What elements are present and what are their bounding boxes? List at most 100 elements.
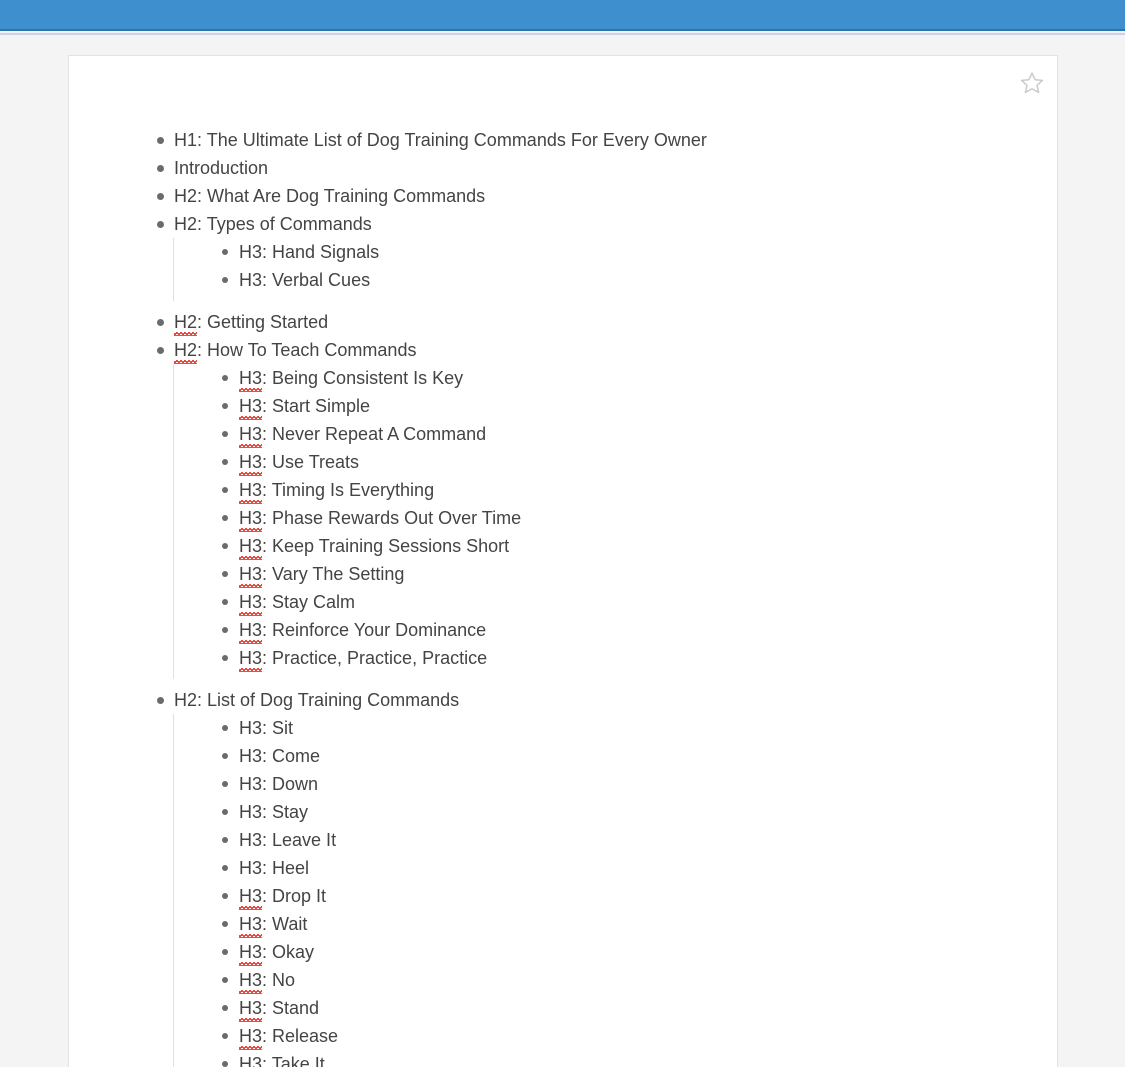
bullet-icon [222, 515, 228, 521]
heading-tag: H3 [239, 998, 262, 1022]
heading-tag: H3 [239, 564, 262, 588]
outline-item-label: H3: Sit [239, 718, 293, 738]
heading-tag: H3 [239, 592, 262, 616]
outline-item[interactable]: H3: Sit [222, 714, 1058, 742]
outline-item[interactable]: H3: Come [222, 742, 1058, 770]
outline-item[interactable]: H3: Wait [222, 910, 1058, 938]
outline-item[interactable]: H3: Being Consistent Is Key [222, 364, 1058, 392]
bullet-icon [222, 809, 228, 815]
outline-item[interactable]: H3: Reinforce Your Dominance [222, 616, 1058, 644]
outline-item[interactable]: H3: Take It [222, 1050, 1058, 1067]
bullet-icon [222, 837, 228, 843]
bullet-icon [222, 865, 228, 871]
outline-item-label: Introduction [174, 158, 268, 178]
bullet-icon [222, 543, 228, 549]
outline-item[interactable]: H3: Hand Signals [222, 238, 1058, 266]
outline-item[interactable]: H3: Okay [222, 938, 1058, 966]
outline-item-label: H3: Drop It [239, 886, 326, 910]
outline-item-label: H3: No [239, 970, 295, 994]
bullet-icon [157, 319, 164, 326]
outline-list-level-1: H1: The Ultimate List of Dog Training Co… [69, 126, 1058, 1067]
outline-item[interactable]: H2: Types of CommandsH3: Hand SignalsH3:… [157, 210, 1058, 301]
bullet-icon [157, 697, 164, 704]
outline-item-label: H3: Use Treats [239, 452, 359, 476]
outline-item-label: H3: Stay [239, 802, 308, 822]
bullet-icon [222, 375, 228, 381]
outline-item-label: H1: The Ultimate List of Dog Training Co… [174, 130, 707, 150]
outline-item[interactable]: Introduction [157, 154, 1058, 182]
bullet-icon [222, 655, 228, 661]
bullet-icon [157, 193, 164, 200]
outline-item-label: H2: What Are Dog Training Commands [174, 186, 485, 206]
outline-item-label: H2: Types of Commands [174, 214, 372, 234]
outline-item[interactable]: H3: Stand [222, 994, 1058, 1022]
outline-item[interactable]: H3: Use Treats [222, 448, 1058, 476]
heading-tag: H3 [239, 1026, 262, 1050]
heading-tag: H3 [239, 746, 262, 766]
bullet-icon [157, 347, 164, 354]
outline-item-label: H3: Timing Is Everything [239, 480, 434, 504]
outline-item[interactable]: H3: Phase Rewards Out Over Time [222, 504, 1058, 532]
heading-tag: H3 [239, 718, 262, 738]
heading-tag: H3 [239, 242, 262, 262]
heading-tag: H2 [174, 690, 197, 710]
outline-item[interactable]: H2: What Are Dog Training Commands [157, 182, 1058, 210]
document-card: H1: The Ultimate List of Dog Training Co… [68, 55, 1058, 1067]
outline-item[interactable]: H3: Vary The Setting [222, 560, 1058, 588]
outline-item[interactable]: H3: Stay [222, 798, 1058, 826]
bullet-icon [222, 1033, 228, 1039]
outline-list-level-2: H3: Hand Signals H3: Verbal Cues [173, 238, 1058, 301]
outline-item[interactable]: H3: Heel [222, 854, 1058, 882]
outline-item-label: H3: Start Simple [239, 396, 370, 420]
outline-item-label: H3: Never Repeat A Command [239, 424, 486, 448]
heading-tag: H3 [239, 480, 262, 504]
outline-item-label: H3: Wait [239, 914, 307, 938]
outline-item-label: H3: Being Consistent Is Key [239, 368, 463, 392]
outline-item[interactable]: H3: Never Repeat A Command [222, 420, 1058, 448]
outline-item-label: H3: Keep Training Sessions Short [239, 536, 509, 560]
heading-tag: H3 [239, 830, 262, 850]
outline-item[interactable]: H2: Getting Started [157, 308, 1058, 336]
bullet-icon [222, 571, 228, 577]
bullet-icon [222, 781, 228, 787]
heading-tag: H3 [239, 858, 262, 878]
outline-item[interactable]: H3: No [222, 966, 1058, 994]
outline-item[interactable]: H3: Leave It [222, 826, 1058, 854]
outline-list-level-2: H3: Being Consistent Is Key H3: Start Sim… [173, 364, 1058, 679]
outline-item[interactable]: H3: Stay Calm [222, 588, 1058, 616]
bullet-icon [222, 949, 228, 955]
outline-item-label: H3: Heel [239, 858, 309, 878]
bullet-icon [222, 431, 228, 437]
outline-item-label: H3: Down [239, 774, 318, 794]
outline-item-label: H3: Verbal Cues [239, 270, 370, 290]
heading-tag: H3 [239, 914, 262, 938]
bullet-icon [222, 403, 228, 409]
outline-item-label: H3: Release [239, 1026, 338, 1050]
outline-item-label: H3: Stay Calm [239, 592, 355, 616]
outline-item[interactable]: H2: How To Teach CommandsH3: Being Consi… [157, 336, 1058, 679]
outline-item-label: H2: How To Teach Commands [174, 340, 416, 364]
outline-list-level-2: H3: Sit H3: Come H3: Down H3: Stay H3: Leave… [173, 714, 1058, 1067]
app-top-bar-underline [0, 33, 1125, 35]
outline-item[interactable]: H1: The Ultimate List of Dog Training Co… [157, 126, 1058, 154]
outline-item[interactable]: H3: Timing Is Everything [222, 476, 1058, 504]
heading-tag: H3 [239, 620, 262, 644]
heading-tag: H3 [239, 1054, 262, 1067]
heading-tag: H3 [239, 774, 262, 794]
document-outline: H1: The Ultimate List of Dog Training Co… [69, 56, 1058, 1067]
outline-item[interactable]: H3: Practice, Practice, Practice [222, 644, 1058, 672]
outline-item-label: H3: Okay [239, 942, 314, 966]
bullet-icon [157, 221, 164, 228]
bullet-icon [222, 277, 228, 283]
bullet-icon [222, 459, 228, 465]
outline-item[interactable]: H3: Release [222, 1022, 1058, 1050]
heading-tag: H2 [174, 214, 197, 234]
bullet-icon [222, 627, 228, 633]
outline-item[interactable]: H2: List of Dog Training CommandsH3: Sit… [157, 686, 1058, 1067]
outline-item[interactable]: H3: Start Simple [222, 392, 1058, 420]
outline-item[interactable]: H3: Down [222, 770, 1058, 798]
outline-item-label: H3: Hand Signals [239, 242, 379, 262]
outline-item[interactable]: H3: Drop It [222, 882, 1058, 910]
outline-item[interactable]: H3: Verbal Cues [222, 266, 1058, 294]
outline-item[interactable]: H3: Keep Training Sessions Short [222, 532, 1058, 560]
